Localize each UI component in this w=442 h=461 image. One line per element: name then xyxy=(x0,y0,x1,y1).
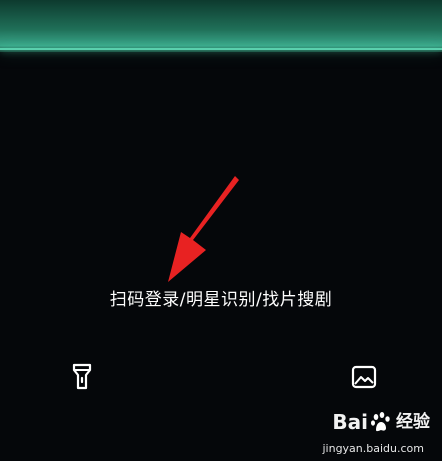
scan-hint-text: 扫码登录/明星识别/找片搜剧 xyxy=(109,290,333,310)
flashlight-button[interactable] xyxy=(65,360,99,394)
watermark-logo: Bai 经验 xyxy=(332,407,430,437)
flashlight-icon xyxy=(72,363,92,390)
image-gallery-icon xyxy=(351,365,377,389)
watermark-jingyan: 经验 xyxy=(396,412,430,432)
watermark-url: jingyan.baidu.com xyxy=(322,442,424,455)
scanner-screen: 扫码登录/明星识别/找片搜剧 Bai 经验 jingyan.baidu.com xyxy=(0,0,442,461)
baidu-jingyan-watermark: Bai 经验 jingyan.baidu.com xyxy=(309,405,434,455)
scan-line xyxy=(0,48,442,50)
gallery-button[interactable] xyxy=(347,360,381,394)
paw-icon xyxy=(371,412,390,432)
scan-band xyxy=(0,0,442,52)
watermark-bai: Bai xyxy=(332,410,368,434)
arrow-shape xyxy=(168,176,239,282)
